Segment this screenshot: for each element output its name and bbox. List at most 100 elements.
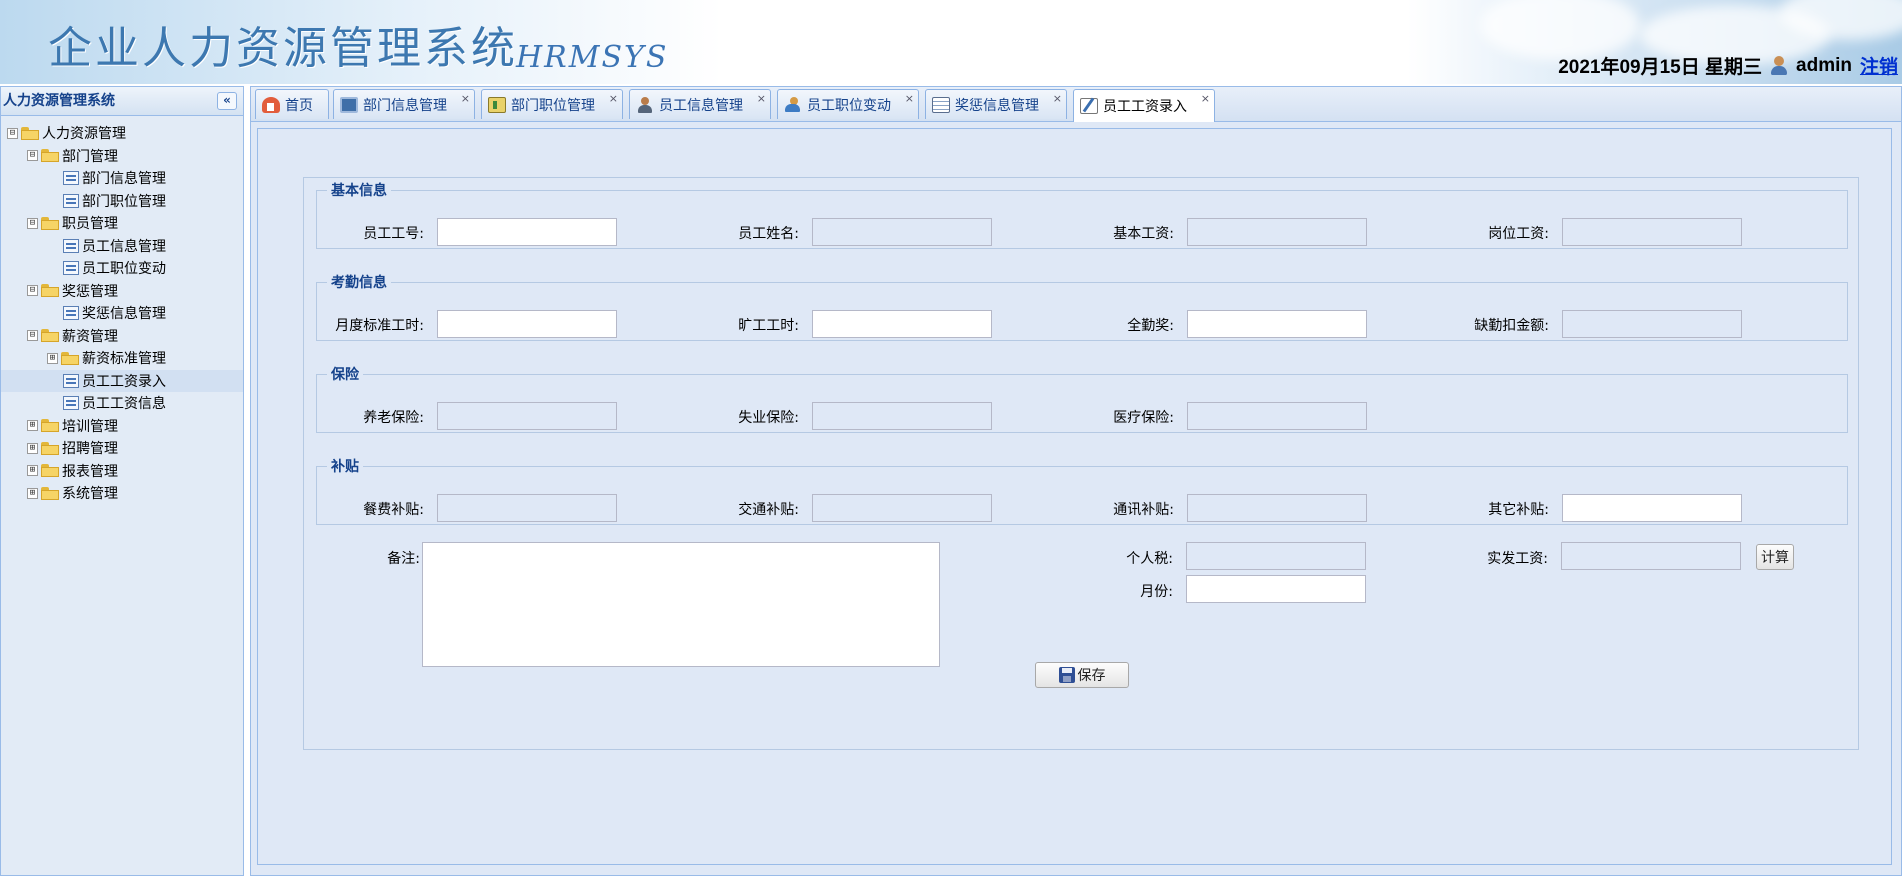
tree-node-dept[interactable]: ⊟ 部门管理 xyxy=(1,145,243,168)
legend-allowance: 补贴 xyxy=(331,459,359,475)
absent-hours-input[interactable] xyxy=(812,310,992,338)
tree-node-salary-entry[interactable]: 员工工资录入 xyxy=(1,369,243,392)
comm-allowance-field[interactable] xyxy=(1187,494,1367,522)
salary-entry-page: 基本信息 员工工号: 员工姓名: 基本工资: 岗位工资: 考勤信息 月度标准工时… xyxy=(257,128,1892,865)
expand-toggle-icon[interactable]: ⊞ xyxy=(47,352,58,364)
tab-label: 部门信息管理 xyxy=(363,97,447,114)
tree-node-salary-std[interactable]: ⊞ 薪资标准管理 xyxy=(1,347,243,370)
tree-node-emp-move[interactable]: 员工职位变动 xyxy=(1,257,243,280)
base-salary-label: 基本工资: xyxy=(1113,226,1174,242)
tree-node-label: 员工工资信息 xyxy=(82,396,166,413)
collapse-button[interactable]: « xyxy=(217,92,237,110)
expand-toggle-icon[interactable]: ⊞ xyxy=(27,442,38,454)
tab-close-icon[interactable]: × xyxy=(905,92,914,105)
tab-emp-move[interactable]: 员工职位变动 × xyxy=(777,89,919,119)
username: admin xyxy=(1796,54,1852,76)
tree-node-system[interactable]: ⊞ 系统管理 xyxy=(1,482,243,505)
page-icon xyxy=(63,306,79,321)
tab-salary-entry[interactable]: 员工工资录入 × xyxy=(1073,89,1215,122)
collapse-toggle-icon[interactable]: ⊟ xyxy=(27,217,38,229)
collapse-toggle-icon[interactable]: ⊟ xyxy=(27,150,38,162)
tree-node-emp-info[interactable]: 员工信息管理 xyxy=(1,235,243,258)
legend-attendance: 考勤信息 xyxy=(331,275,387,291)
page-icon xyxy=(63,238,79,253)
emp-name-field[interactable] xyxy=(812,218,992,246)
tab-label: 员工信息管理 xyxy=(659,97,743,114)
medical-field[interactable] xyxy=(1187,402,1367,430)
unemployment-field[interactable] xyxy=(812,402,992,430)
tab-close-icon[interactable]: × xyxy=(1201,92,1210,105)
tab-close-icon[interactable]: × xyxy=(1053,92,1062,105)
tree-node-label: 部门职位管理 xyxy=(82,193,166,210)
person-icon xyxy=(636,96,654,113)
save-button[interactable]: 保存 xyxy=(1035,662,1129,688)
tree-node-salary-info[interactable]: 员工工资信息 xyxy=(1,392,243,415)
page-icon xyxy=(63,171,79,186)
monitor-icon xyxy=(340,96,358,113)
content-panel: 首页 部门信息管理 × 部门职位管理 × 员工信息管理 × 员工职位变动 × 奖… xyxy=(250,86,1902,876)
calculate-label: 计算 xyxy=(1761,550,1789,566)
tree-node-reward[interactable]: ⊟ 奖惩管理 xyxy=(1,280,243,303)
book-icon xyxy=(488,96,506,113)
home-icon xyxy=(262,96,280,113)
emp-no-input[interactable] xyxy=(437,218,617,246)
pension-label: 养老保险: xyxy=(363,410,424,426)
absence-deduction-label: 缺勤扣金额: xyxy=(1474,318,1549,334)
meal-allowance-field[interactable] xyxy=(437,494,617,522)
tree-node-recruit[interactable]: ⊞ 招聘管理 xyxy=(1,437,243,460)
net-pay-field[interactable] xyxy=(1561,542,1741,570)
unemployment-label: 失业保险: xyxy=(738,410,799,426)
tree-node-label: 人力资源管理 xyxy=(42,126,126,143)
tree-node-dept-info[interactable]: 部门信息管理 xyxy=(1,167,243,190)
calculate-button[interactable]: 计算 xyxy=(1756,544,1794,570)
tab-dept-info[interactable]: 部门信息管理 × xyxy=(333,89,475,119)
fieldset-insurance: 保险 养老保险: 失业保险: 医疗保险: xyxy=(316,364,1848,433)
transport-allowance-field[interactable] xyxy=(812,494,992,522)
tree-node-staff[interactable]: ⊟ 职员管理 xyxy=(1,212,243,235)
collapse-toggle-icon[interactable]: ⊟ xyxy=(7,127,18,139)
expand-toggle-icon[interactable]: ⊞ xyxy=(27,465,38,477)
folder-open-icon xyxy=(21,126,39,140)
collapse-toggle-icon[interactable]: ⊟ xyxy=(27,285,38,297)
tab-dept-post[interactable]: 部门职位管理 × xyxy=(481,89,623,119)
remark-textarea[interactable] xyxy=(422,542,940,667)
other-allowance-input[interactable] xyxy=(1562,494,1742,522)
tree-node-label: 奖惩管理 xyxy=(62,283,118,300)
tab-close-icon[interactable]: × xyxy=(609,92,618,105)
tree-node-report[interactable]: ⊞ 报表管理 xyxy=(1,460,243,483)
absence-deduction-field[interactable] xyxy=(1562,310,1742,338)
tree-node-label: 奖惩信息管理 xyxy=(82,306,166,323)
tab-reward-info[interactable]: 奖惩信息管理 × xyxy=(925,89,1067,119)
logout-link[interactable]: 注销 xyxy=(1860,52,1898,79)
tax-field[interactable] xyxy=(1186,542,1366,570)
tab-close-icon[interactable]: × xyxy=(757,92,766,105)
folder-open-icon xyxy=(41,284,59,298)
tax-label: 个人税: xyxy=(1126,551,1173,567)
tree-node-hr-root[interactable]: ⊟ 人力资源管理 xyxy=(1,122,243,145)
expand-toggle-icon[interactable]: ⊞ xyxy=(27,487,38,499)
tree-node-dept-post[interactable]: 部门职位管理 xyxy=(1,190,243,213)
base-salary-field[interactable] xyxy=(1187,218,1367,246)
tab-strip: 首页 部门信息管理 × 部门职位管理 × 员工信息管理 × 员工职位变动 × 奖… xyxy=(251,87,1901,122)
tab-home[interactable]: 首页 xyxy=(255,89,329,119)
tree-node-salary[interactable]: ⊟ 薪资管理 xyxy=(1,325,243,348)
page-icon xyxy=(63,373,79,388)
collapse-toggle-icon[interactable]: ⊟ xyxy=(27,330,38,342)
sidebar-title: 人力资源管理系统 xyxy=(3,93,115,109)
tab-close-icon[interactable]: × xyxy=(461,92,470,105)
month-label: 月份: xyxy=(1140,584,1173,600)
folder-open-icon xyxy=(41,149,59,163)
month-input[interactable] xyxy=(1186,575,1366,603)
net-pay-label: 实发工资: xyxy=(1487,551,1548,567)
sidebar-header: 人力资源管理系统 « xyxy=(1,87,243,116)
tab-emp-info[interactable]: 员工信息管理 × xyxy=(629,89,771,119)
tree-node-reward-info[interactable]: 奖惩信息管理 xyxy=(1,302,243,325)
expand-toggle-icon[interactable]: ⊞ xyxy=(27,420,38,432)
std-hours-input[interactable] xyxy=(437,310,617,338)
remark-label: 备注: xyxy=(387,551,420,567)
tree-node-training[interactable]: ⊞ 培训管理 xyxy=(1,415,243,438)
meal-allowance-label: 餐费补贴: xyxy=(363,502,424,518)
full-attendance-input[interactable] xyxy=(1187,310,1367,338)
pension-field[interactable] xyxy=(437,402,617,430)
post-salary-field[interactable] xyxy=(1562,218,1742,246)
